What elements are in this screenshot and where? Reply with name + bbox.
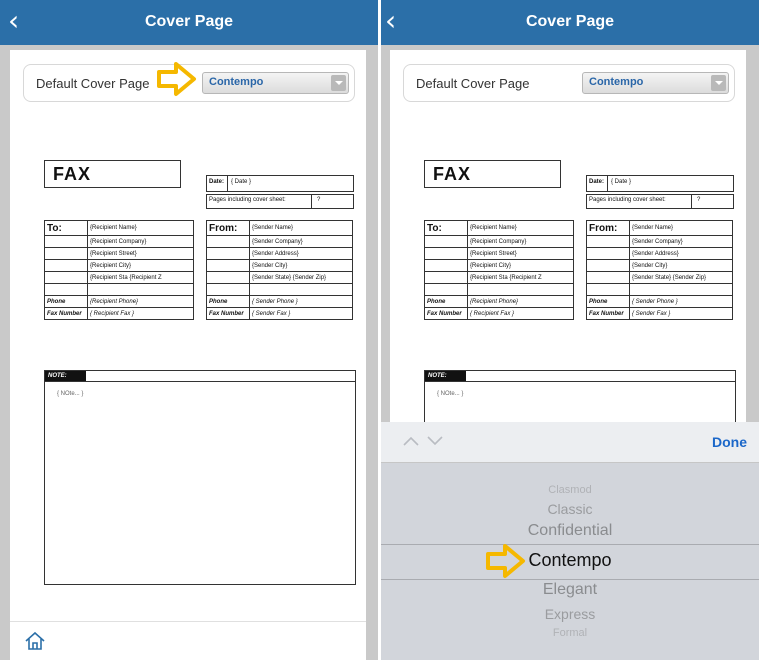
sender-address: {Sender Address}: [629, 247, 733, 260]
sender-state-zip: {Sender State} {Sender Zip}: [629, 271, 733, 284]
recipient-company: {Recipient Company}: [467, 235, 574, 248]
chevron-up-icon[interactable]: [403, 435, 419, 447]
recipient-name: {Recipient Name}: [467, 220, 574, 236]
sender-state-zip: {Sender State} {Sender Zip}: [249, 271, 353, 284]
dropdown-arrow-icon[interactable]: [331, 75, 346, 91]
date-label: Date:: [589, 179, 605, 185]
pages-label: Pages including cover sheet:: [209, 197, 286, 203]
recipient-city: {Recipient City}: [467, 259, 574, 272]
recipient-phone: {Recipient Phone}: [467, 295, 574, 308]
right-screen: ‹ Cover Page Default Cover Page Contempo…: [381, 0, 759, 660]
pages-label: Pages including cover sheet:: [589, 197, 666, 203]
cover-page-picker[interactable]: Done Clasmod Classic Confidential Contem…: [381, 422, 759, 660]
dropdown-arrow-icon[interactable]: [711, 75, 726, 91]
sender-phone: { Sender Phone }: [249, 295, 353, 308]
date-label: Date:: [209, 179, 225, 185]
fax-number-label: Fax Number: [424, 307, 468, 320]
recipient-state-zip: {Recipient Sta {Recipient Z: [87, 271, 194, 284]
to-label: To:: [424, 220, 468, 236]
from-label: From:: [586, 220, 630, 236]
fax-title-box: FAX: [44, 160, 181, 188]
content-area: Default Cover Page Contempo FAX Date: { …: [10, 50, 366, 660]
sender-address: {Sender Address}: [249, 247, 353, 260]
recipient-table: To: {Recipient Name} {Recipient Company} …: [424, 220, 574, 320]
pages-value: ?: [697, 197, 701, 203]
note-text: { NOte... }: [437, 391, 464, 397]
navigation-bar: ‹ Cover Page: [381, 0, 759, 45]
picker-option-selected[interactable]: Contempo: [381, 550, 759, 571]
recipient-city: {Recipient City}: [87, 259, 194, 272]
callout-arrow-icon: [157, 62, 196, 96]
from-label: From:: [206, 220, 250, 236]
sender-phone: { Sender Phone }: [629, 295, 733, 308]
home-icon[interactable]: [24, 631, 46, 651]
phone-label: Phone: [424, 295, 468, 308]
fax-number-label: Fax Number: [586, 307, 630, 320]
callout-arrow-icon: [486, 544, 525, 578]
picker-option[interactable]: Express: [381, 606, 759, 622]
picker-option[interactable]: Confidential: [381, 522, 759, 540]
sender-city: {Sender City}: [629, 259, 733, 272]
recipient-phone: {Recipient Phone}: [87, 295, 194, 308]
default-cover-page-row: Default Cover Page Contempo: [403, 64, 735, 102]
recipient-table: To: {Recipient Name} {Recipient Company} …: [44, 220, 194, 320]
sender-city: {Sender City}: [249, 259, 353, 272]
phone-label: Phone: [586, 295, 630, 308]
sender-name: {Sender Name}: [249, 220, 353, 236]
navigation-bar: ‹ Cover Page: [0, 0, 378, 45]
sender-company: {Sender Company}: [249, 235, 353, 248]
note-text: { NOte... }: [57, 391, 84, 397]
cover-page-dropdown-value: Contempo: [589, 76, 644, 88]
left-screen: ‹ Cover Page Default Cover Page Contempo…: [0, 0, 378, 660]
note-label: NOTE:: [45, 371, 86, 381]
picker-option[interactable]: Elegant: [381, 581, 759, 599]
sender-fax: { Sender Fax }: [629, 307, 733, 320]
recipient-company: {Recipient Company}: [87, 235, 194, 248]
sender-fax: { Sender Fax }: [249, 307, 353, 320]
recipient-street: {Recipient Street}: [87, 247, 194, 260]
fax-cover-preview: FAX Date: { Date } Pages including cover…: [34, 160, 356, 640]
pages-field: Pages including cover sheet: ?: [586, 194, 734, 209]
pages-field: Pages including cover sheet: ?: [206, 194, 354, 209]
pages-value: ?: [317, 197, 321, 203]
fax-title: FAX: [53, 164, 92, 184]
sender-company: {Sender Company}: [629, 235, 733, 248]
default-cover-page-label: Default Cover Page: [36, 76, 150, 91]
note-box: NOTE: { NOte... }: [44, 370, 356, 585]
picker-toolbar: Done: [381, 422, 759, 463]
bottom-toolbar: [10, 621, 366, 660]
fax-number-label: Fax Number: [44, 307, 88, 320]
to-label: To:: [44, 220, 88, 236]
default-cover-page-row: Default Cover Page Contempo: [23, 62, 355, 102]
fax-title: FAX: [433, 164, 472, 184]
sender-table: From: {Sender Name} {Sender Company} {Sen…: [206, 220, 353, 320]
sender-name: {Sender Name}: [629, 220, 733, 236]
recipient-fax: { Recipient Fax }: [87, 307, 194, 320]
done-button[interactable]: Done: [712, 434, 747, 450]
picker-option[interactable]: Classic: [381, 501, 759, 517]
picker-option[interactable]: Clasmod: [381, 484, 759, 496]
cover-page-dropdown-value: Contempo: [209, 76, 264, 88]
picker-option[interactable]: Formal: [381, 627, 759, 639]
recipient-name: {Recipient Name}: [87, 220, 194, 236]
fax-title-box: FAX: [424, 160, 561, 188]
date-value: { Date }: [611, 179, 632, 185]
default-cover-page-label: Default Cover Page: [416, 76, 530, 91]
recipient-state-zip: {Recipient Sta {Recipient Z: [467, 271, 574, 284]
phone-label: Phone: [206, 295, 250, 308]
chevron-down-icon[interactable]: [427, 435, 443, 447]
recipient-fax: { Recipient Fax }: [467, 307, 574, 320]
note-label: NOTE:: [425, 371, 466, 381]
date-field: Date: { Date }: [586, 175, 734, 192]
cover-page-dropdown[interactable]: Contempo: [582, 72, 729, 94]
page-title: Cover Page: [525, 13, 615, 30]
fax-number-label: Fax Number: [206, 307, 250, 320]
date-value: { Date }: [231, 179, 252, 185]
date-field: Date: { Date }: [206, 175, 354, 192]
page-title: Cover Page: [144, 13, 234, 30]
sender-table: From: {Sender Name} {Sender Company} {Sen…: [586, 220, 733, 320]
recipient-street: {Recipient Street}: [467, 247, 574, 260]
cover-page-dropdown[interactable]: Contempo: [202, 72, 349, 94]
phone-label: Phone: [44, 295, 88, 308]
